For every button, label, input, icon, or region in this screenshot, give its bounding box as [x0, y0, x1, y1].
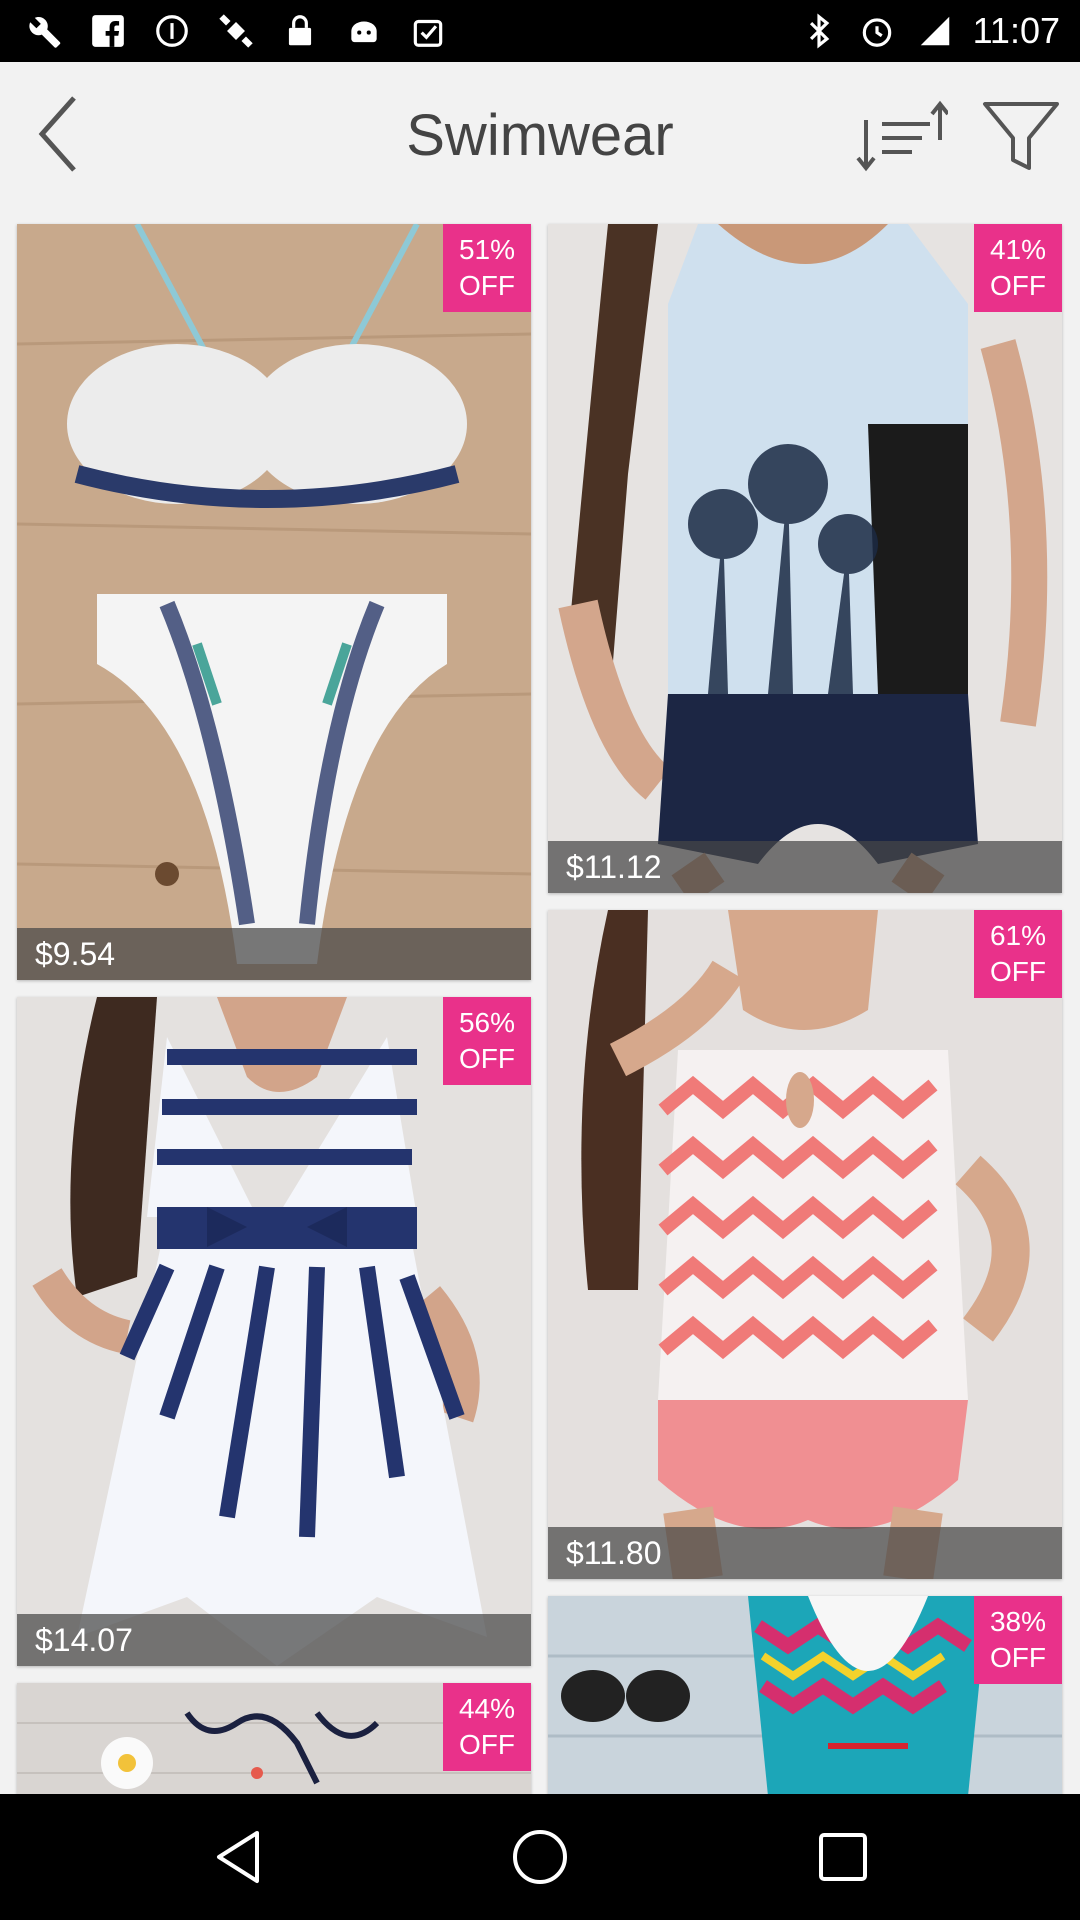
product-card[interactable]: 38% OFF: [548, 1596, 1062, 1794]
fake-gps-icon: [216, 11, 256, 51]
discount-badge: 38% OFF: [974, 1596, 1062, 1684]
facebook-icon: [88, 11, 128, 51]
nav-home-button[interactable]: [495, 1822, 585, 1892]
back-triangle-icon: [217, 1831, 259, 1883]
filter-button[interactable]: [976, 96, 1066, 176]
alarm-icon: [857, 11, 897, 51]
price-label: $9.54: [17, 928, 531, 980]
status-time: 11:07: [972, 10, 1060, 51]
product-image-palm-print-tankini: [548, 224, 1062, 893]
price-label: $14.07: [17, 1614, 531, 1666]
price-label: $11.80: [548, 1527, 1062, 1579]
sort-button[interactable]: [852, 96, 952, 176]
nav-back-button[interactable]: [193, 1822, 283, 1892]
price-label: $11.12: [548, 841, 1062, 893]
home-circle-icon: [513, 1830, 567, 1884]
nav-recents-button[interactable]: [798, 1822, 888, 1892]
product-card[interactable]: 61% OFF $11.80: [548, 910, 1062, 1579]
sort-icon: [856, 100, 948, 172]
navigation-bar: [0, 1794, 1080, 1920]
product-card[interactable]: 41% OFF $11.12: [548, 224, 1062, 893]
recents-square-icon: [819, 1833, 867, 1881]
discount-badge: 61% OFF: [974, 910, 1062, 998]
status-left-icons: [24, 0, 448, 62]
product-card[interactable]: 51% OFF $9.54: [17, 224, 531, 980]
product-image-white-floral-bikini: [17, 224, 531, 980]
discount-badge: 51% OFF: [443, 224, 531, 312]
product-card[interactable]: 56% OFF $14.07: [17, 997, 531, 1666]
android-icon: [344, 11, 384, 51]
signal-icon: [915, 11, 955, 51]
product-image-striped-swim-dress: [17, 997, 531, 1666]
product-card[interactable]: 44% OFF: [17, 1683, 531, 1794]
app-bar: Swimwear: [0, 62, 1080, 206]
product-grid: 51% OFF $9.54 41% OFF $11.12 61% OFF $11…: [0, 206, 1080, 1794]
discount-badge: 44% OFF: [443, 1683, 531, 1771]
clipboard-check-icon: [408, 11, 448, 51]
bluetooth-icon: [799, 11, 839, 51]
discount-badge: 41% OFF: [974, 224, 1062, 312]
filter-icon: [983, 102, 1059, 170]
status-right-icons: 11:07: [799, 0, 1060, 62]
wrench-icon: [24, 11, 64, 51]
lock-icon: [280, 11, 320, 51]
info-icon: [152, 11, 192, 51]
status-bar: 11:07: [0, 0, 1080, 62]
product-image-anchor-chevron-tankini: [548, 910, 1062, 1579]
discount-badge: 56% OFF: [443, 997, 531, 1085]
